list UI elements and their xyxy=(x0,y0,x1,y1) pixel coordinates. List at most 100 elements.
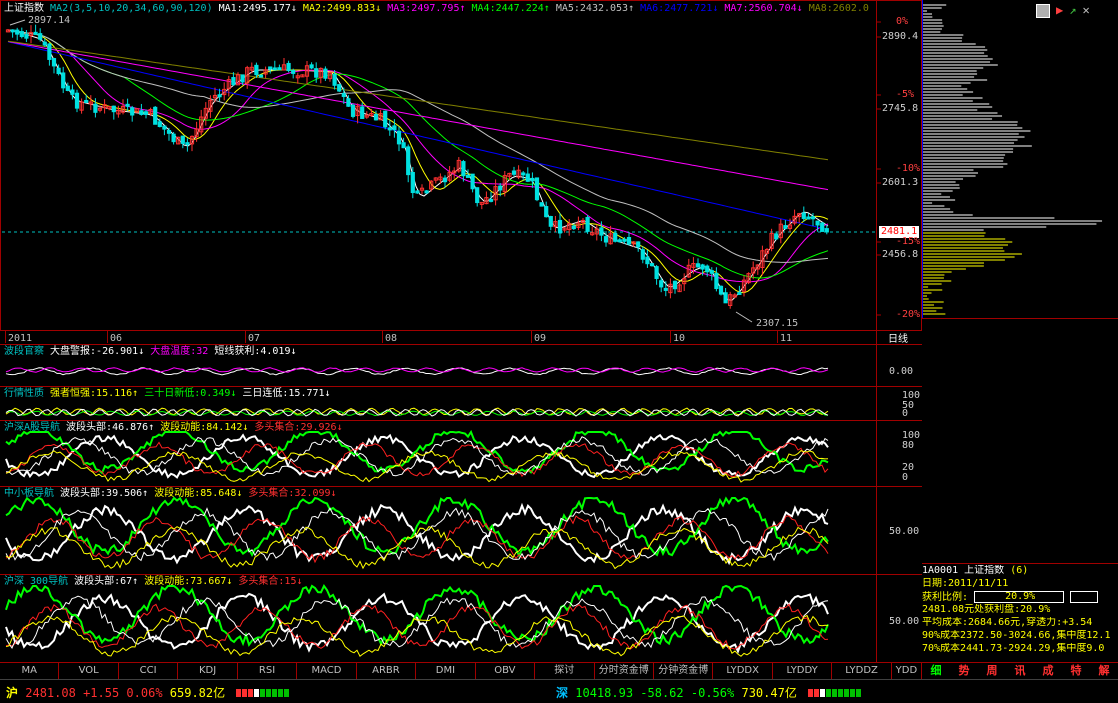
right-axis-label: -15% xyxy=(896,236,921,247)
tab-ma[interactable]: MA xyxy=(0,663,60,679)
right-axis-label: -5% xyxy=(896,89,915,100)
candle-body xyxy=(373,113,379,121)
tab-arbr[interactable]: ARBR xyxy=(357,663,417,679)
tab-cci[interactable]: CCI xyxy=(119,663,179,679)
indicator-plot xyxy=(5,429,829,483)
right-axis-label: -20% xyxy=(896,309,921,320)
sz-price: 10418.93 xyxy=(575,686,634,700)
indicator-plot xyxy=(5,407,829,417)
sh-amount: 659.82亿 xyxy=(169,686,226,700)
candle-body xyxy=(396,130,402,145)
candle-body xyxy=(709,270,714,274)
indicator-tabbar: MA VOL CCI KDJ RSI MACD ARBR DMI OBV 探讨 分时资金博 分钟资金博… xyxy=(0,662,923,679)
tab-lyddx[interactable]: LYDDX xyxy=(713,663,773,679)
ma-line-4 xyxy=(7,29,829,279)
sz-quote[interactable]: 深 10418.93 -58.62 -0.56% 730.47亿 xyxy=(556,684,862,701)
indicator-plot xyxy=(5,367,829,376)
month-tick xyxy=(777,331,778,343)
tab-lyddy[interactable]: LYDDY xyxy=(773,663,833,679)
candle-body xyxy=(323,68,328,79)
sz-pct: -0.56% xyxy=(690,686,735,700)
high-marker-line xyxy=(9,19,26,26)
month-tick xyxy=(5,331,6,343)
candle-body xyxy=(51,58,57,67)
aux2-line xyxy=(5,526,829,570)
candle-body xyxy=(645,256,650,265)
profit-label: 获利比例: xyxy=(922,592,969,603)
candle-body xyxy=(42,41,47,46)
candle-body xyxy=(350,104,356,117)
candle-body xyxy=(557,219,563,234)
tab-探讨[interactable]: 探讨 xyxy=(535,663,595,679)
tab-dmi[interactable]: DMI xyxy=(416,663,476,679)
candle-body xyxy=(672,280,678,290)
info-line4: 70%成本2441.73-2924.29,集中度9.0 xyxy=(922,643,1105,654)
right-tab-6[interactable]: 解 xyxy=(1090,663,1118,679)
info-line2: 平均成本:2684.66元,穿透力:+3.54 xyxy=(922,617,1093,628)
month-tick xyxy=(670,331,671,343)
ma-line-1 xyxy=(7,29,829,301)
candle-body xyxy=(258,74,264,78)
candle-body xyxy=(705,265,710,273)
right-tab-3[interactable]: 讯 xyxy=(1006,663,1034,679)
candle-body xyxy=(217,94,222,98)
candle-body xyxy=(415,190,420,194)
candle-body xyxy=(442,177,448,183)
candle-body xyxy=(125,103,130,107)
tab-lyddz[interactable]: LYDDZ xyxy=(832,663,892,679)
candle-body xyxy=(70,89,75,95)
candle-body xyxy=(622,238,627,242)
candle-body xyxy=(111,105,116,113)
sh-pct: 0.06% xyxy=(126,686,163,700)
tab-obv[interactable]: OBV xyxy=(476,663,536,679)
info-line3: 90%成本2372.50-3024.66,集中度12.1 xyxy=(922,630,1111,641)
candle-body xyxy=(240,74,245,83)
candle-body xyxy=(640,249,645,260)
candle-body xyxy=(286,62,291,72)
band-energy-line xyxy=(5,496,829,558)
candle-body xyxy=(171,133,176,143)
indicator-axis-label: 0.00 xyxy=(889,366,914,377)
ma-line-2 xyxy=(7,29,829,294)
chip-distribution xyxy=(922,0,1103,318)
info-code: 1A0001 xyxy=(922,565,959,576)
low-marker-label: 2307.15 xyxy=(756,318,799,329)
right-tab-1[interactable]: 势 xyxy=(950,663,978,679)
candle-body xyxy=(718,285,724,295)
candle-body xyxy=(268,66,273,70)
right-tab-0[interactable]: 细 xyxy=(922,663,950,679)
tab-kdj[interactable]: KDJ xyxy=(178,663,238,679)
candle-body xyxy=(815,220,820,226)
candle-body xyxy=(291,69,296,74)
month-tick xyxy=(245,331,246,343)
sh-change: +1.55 xyxy=(83,686,120,700)
candle-body xyxy=(465,174,471,178)
sh-quote[interactable]: 沪 2481.08 +1.55 0.06% 659.82亿 xyxy=(6,684,290,701)
candle-body xyxy=(143,111,149,115)
candle-body xyxy=(806,216,811,220)
indicator-axis-label: 50.00 xyxy=(889,526,920,537)
tab-ydd[interactable]: YDD xyxy=(892,663,923,679)
high-marker-label: 2897.14 xyxy=(28,15,71,26)
right-axis-label: 2456.8 xyxy=(882,249,919,260)
right-tab-2[interactable]: 周 xyxy=(978,663,1006,679)
candle-body xyxy=(65,85,70,92)
candle-body xyxy=(801,212,806,219)
candle-body xyxy=(38,33,43,40)
candle-body xyxy=(783,225,788,229)
month-tick xyxy=(107,331,108,343)
tab-分时资金博[interactable]: 分时资金博 xyxy=(595,663,654,679)
tab-分钟资金博[interactable]: 分钟资金博 xyxy=(654,663,714,679)
candle-body xyxy=(534,177,540,201)
tab-macd[interactable]: MACD xyxy=(297,663,357,679)
tab-vol[interactable]: VOL xyxy=(59,663,119,679)
candle-body xyxy=(166,130,172,134)
right-tab-4[interactable]: 成 xyxy=(1034,663,1062,679)
right-tab-5[interactable]: 特 xyxy=(1062,663,1090,679)
tab-rsi[interactable]: RSI xyxy=(238,663,298,679)
candle-body xyxy=(19,31,24,38)
info-line1: 2481.08元处获利盘:20.9% xyxy=(922,604,1051,615)
candle-body xyxy=(24,33,29,39)
candle-body xyxy=(84,99,89,103)
band-top-line xyxy=(5,433,829,479)
